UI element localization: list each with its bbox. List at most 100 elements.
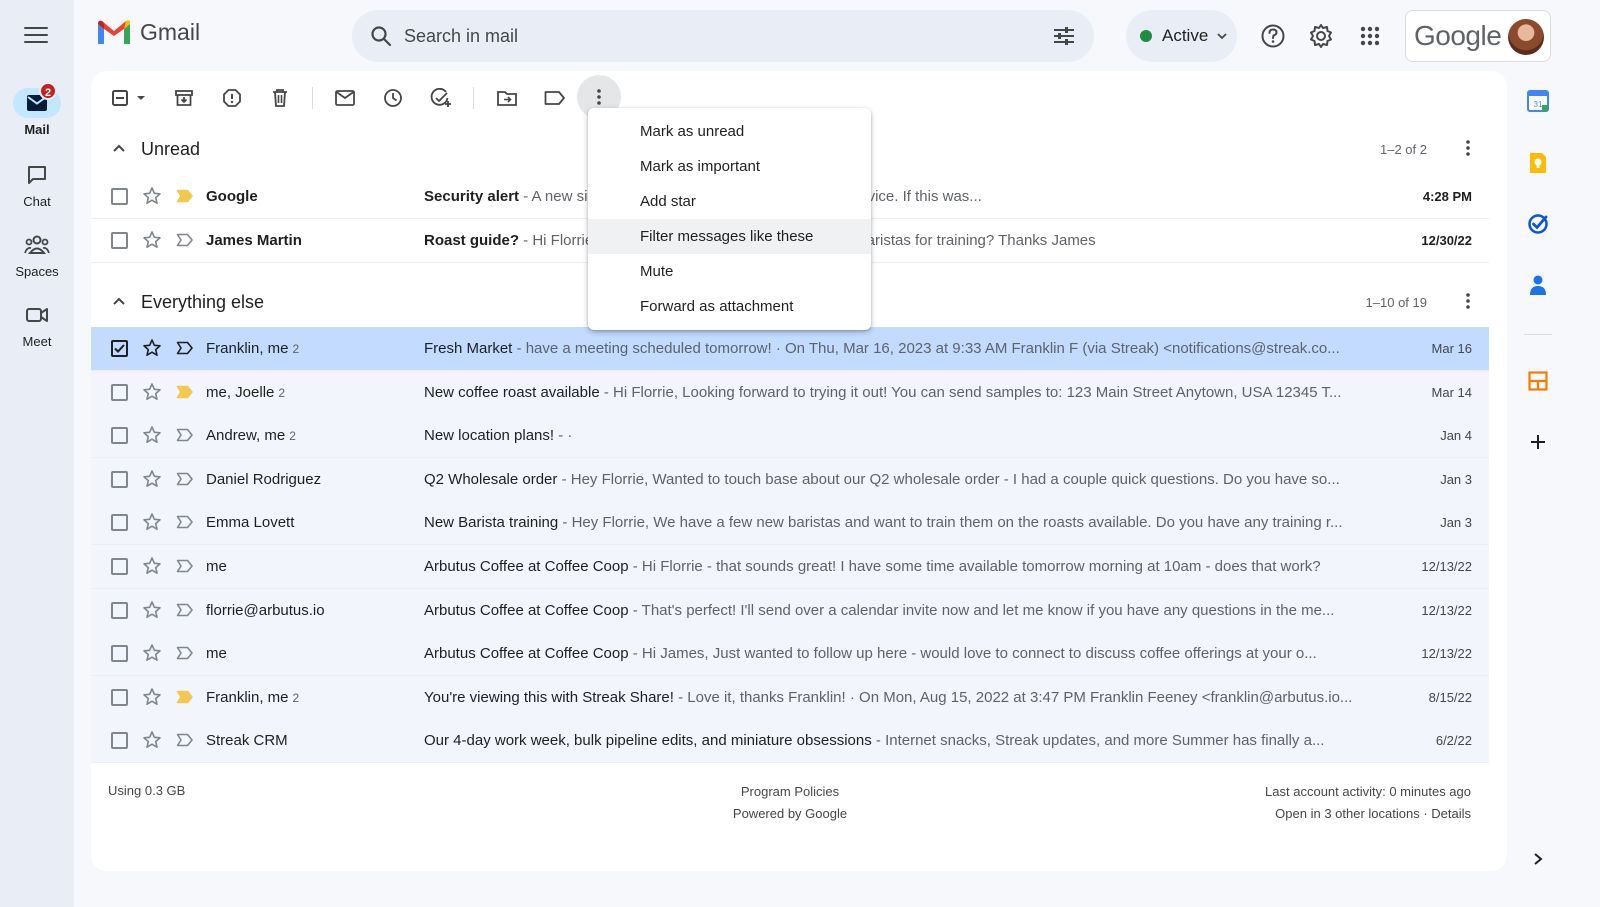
- rail-item-chat[interactable]: Chat: [0, 160, 74, 209]
- email-snippet: - Hi Florrie, Looking forward to trying …: [599, 383, 1342, 401]
- status-dropdown[interactable]: Active: [1126, 10, 1237, 62]
- email-row[interactable]: me, Joelle 2 New coffee roast available - …: [91, 370, 1489, 415]
- menu-item-mark-important[interactable]: Mark as important: [588, 149, 871, 184]
- email-row[interactable]: Streak CRM Our 4-day work week, bulk pipe…: [91, 719, 1489, 764]
- keep-notes-icon[interactable]: [1526, 151, 1550, 175]
- settings-gear-icon[interactable]: [1305, 20, 1337, 52]
- section-more-icon[interactable]: [1465, 139, 1471, 157]
- rail-item-meet[interactable]: Meet: [0, 300, 74, 349]
- importance-marker-icon[interactable]: [176, 472, 194, 486]
- gmail-logo[interactable]: Gmail: [96, 18, 200, 46]
- email-sender: Franklin, me 2: [206, 689, 299, 706]
- row-checkbox[interactable]: [111, 470, 128, 488]
- row-checkbox[interactable]: [111, 383, 128, 401]
- delete-icon[interactable]: [266, 84, 294, 112]
- star-icon[interactable]: [142, 643, 162, 663]
- google-account-button[interactable]: Google: [1405, 10, 1551, 62]
- select-all-checkbox[interactable]: [109, 84, 149, 112]
- menu-item-forward-attachment[interactable]: Forward as attachment: [588, 289, 871, 324]
- email-date: Mar 14: [1431, 384, 1472, 400]
- label-icon[interactable]: [541, 84, 569, 112]
- star-icon[interactable]: [142, 186, 162, 206]
- email-row[interactable]: me Arbutus Coffee at Coffee Coop - Hi Flo…: [91, 545, 1489, 589]
- calendar-icon[interactable]: 31: [1526, 89, 1550, 113]
- other-locations-link[interactable]: Open in 3 other locations · Details: [1265, 803, 1471, 825]
- star-icon[interactable]: [142, 338, 162, 358]
- rail-item-mail[interactable]: 2 Mail: [0, 82, 74, 137]
- rail-item-spaces[interactable]: Spaces: [0, 230, 74, 279]
- row-checkbox[interactable]: [111, 601, 128, 619]
- add-to-tasks-icon[interactable]: [427, 84, 455, 112]
- row-checkbox[interactable]: [111, 732, 128, 750]
- main-menu-button[interactable]: [20, 22, 52, 50]
- importance-marker-icon[interactable]: [176, 646, 194, 660]
- collapse-chevron-icon[interactable]: [111, 293, 127, 309]
- section-count-unread: 1–2 of 2: [1380, 141, 1427, 157]
- row-checkbox[interactable]: [111, 427, 128, 445]
- email-row[interactable]: Daniel Rodriguez Q2 Wholesale order - Hey…: [91, 457, 1489, 502]
- menu-item-mute[interactable]: Mute: [588, 254, 871, 289]
- row-checkbox[interactable]: [111, 340, 128, 357]
- importance-marker-icon[interactable]: [176, 690, 194, 704]
- report-spam-icon[interactable]: [218, 84, 246, 112]
- contacts-icon[interactable]: [1526, 273, 1550, 297]
- star-icon[interactable]: [142, 425, 162, 445]
- row-checkbox[interactable]: [111, 688, 128, 706]
- star-icon[interactable]: [142, 382, 162, 402]
- menu-item-mark-unread[interactable]: Mark as unread: [588, 114, 871, 149]
- email-row[interactable]: florrie@arbutus.io Arbutus Coffee at Coff…: [91, 588, 1489, 633]
- row-checkbox[interactable]: [111, 558, 128, 575]
- email-row[interactable]: Andrew, me 2 New location plans! - · Jan 4: [91, 414, 1489, 459]
- tasks-icon[interactable]: [1526, 212, 1550, 236]
- add-addon-plus-icon[interactable]: [1526, 430, 1550, 454]
- section-more-icon[interactable]: [1465, 292, 1471, 310]
- mark-as-read-icon[interactable]: [331, 84, 359, 112]
- snooze-clock-icon[interactable]: [379, 84, 407, 112]
- star-icon[interactable]: [142, 469, 162, 489]
- email-sender: Franklin, me 2: [206, 340, 299, 357]
- star-icon[interactable]: [142, 512, 162, 532]
- importance-marker-icon[interactable]: [176, 233, 194, 247]
- row-checkbox[interactable]: [111, 514, 128, 532]
- move-to-folder-icon[interactable]: [493, 84, 521, 112]
- menu-item-add-star[interactable]: Add star: [588, 184, 871, 219]
- star-icon[interactable]: [142, 600, 162, 620]
- email-subject: Arbutus Coffee at Coffee Coop: [424, 601, 629, 619]
- thread-count: 2: [292, 342, 300, 356]
- importance-marker-icon[interactable]: [176, 189, 194, 203]
- streak-addon-icon[interactable]: [1526, 369, 1550, 393]
- email-date: 8/15/22: [1428, 689, 1472, 705]
- search-bar[interactable]: [352, 10, 1094, 62]
- importance-marker-icon[interactable]: [176, 341, 194, 355]
- search-icon[interactable]: [370, 25, 392, 47]
- email-subject-line: You're viewing this with Streak Share! -…: [424, 689, 1370, 706]
- search-input[interactable]: [404, 25, 1052, 47]
- email-date: Jan 3: [1440, 515, 1472, 531]
- row-checkbox[interactable]: [111, 188, 128, 205]
- importance-marker-icon[interactable]: [176, 733, 194, 747]
- row-checkbox[interactable]: [111, 232, 128, 249]
- star-icon[interactable]: [142, 556, 162, 576]
- email-subject: New Barista training: [424, 514, 559, 532]
- menu-item-filter-messages[interactable]: Filter messages like these: [588, 219, 871, 254]
- importance-marker-icon[interactable]: [176, 428, 194, 442]
- email-row[interactable]: me Arbutus Coffee at Coffee Coop - Hi Jam…: [91, 632, 1489, 677]
- collapse-chevron-icon[interactable]: [111, 140, 127, 156]
- expand-panel-chevron-icon[interactable]: [1526, 847, 1550, 871]
- importance-marker-icon[interactable]: [176, 559, 194, 573]
- archive-icon[interactable]: [170, 84, 198, 112]
- star-icon[interactable]: [142, 687, 162, 707]
- importance-marker-icon[interactable]: [176, 385, 194, 399]
- search-options-icon[interactable]: [1052, 25, 1076, 47]
- email-row[interactable]: Franklin, me 2 You're viewing this with St…: [91, 675, 1489, 720]
- help-icon[interactable]: [1257, 20, 1289, 52]
- email-date: Jan 4: [1440, 428, 1472, 444]
- importance-marker-icon[interactable]: [176, 515, 194, 529]
- star-icon[interactable]: [142, 230, 162, 250]
- email-row[interactable]: Franklin, me 2 Fresh Market - have a meeti…: [91, 327, 1489, 371]
- star-icon[interactable]: [142, 730, 162, 750]
- email-row[interactable]: Emma Lovett New Barista training - Hey Fl…: [91, 501, 1489, 546]
- row-checkbox[interactable]: [111, 645, 128, 663]
- apps-grid-icon[interactable]: [1354, 20, 1386, 52]
- importance-marker-icon[interactable]: [176, 603, 194, 617]
